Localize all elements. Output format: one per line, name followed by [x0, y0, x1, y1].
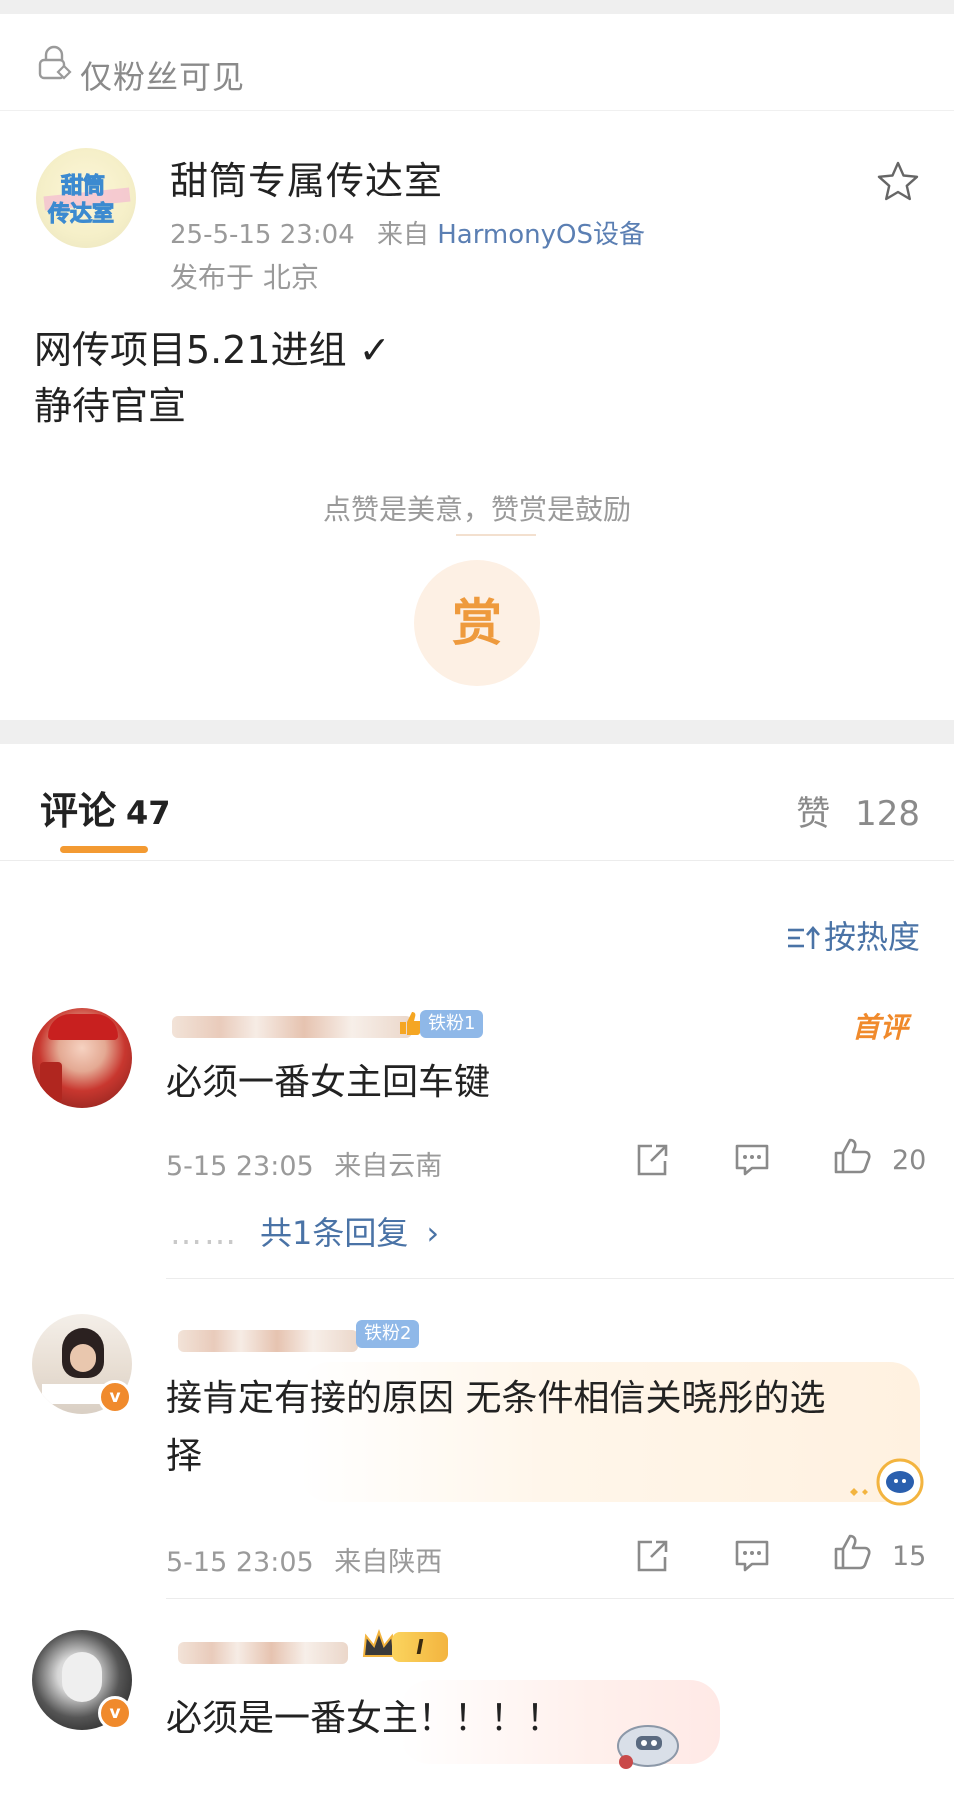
post-source-device[interactable]: HarmonyOS设备: [437, 220, 645, 250]
comment-text: 必须是一番女主！！！！: [166, 1698, 563, 1739]
fan-badge: 铁粉2: [356, 1320, 420, 1348]
reply-dots: ……: [170, 1214, 238, 1252]
comment-location: 来自云南: [334, 1151, 443, 1182]
comment-meta: 5-15 23:05 来自云南: [166, 1144, 442, 1183]
comment-text: 接肯定有接的原因 无条件相信关晓彤的选 择: [166, 1370, 906, 1486]
comment-time: 5-15 23:05: [166, 1547, 314, 1578]
comment-username[interactable]: [178, 1642, 348, 1664]
post-content-line: 网传项目5.21进组 ✓: [34, 328, 391, 372]
robot-sticker-icon: [617, 1725, 679, 1769]
tab-likes-label: 赞: [796, 794, 831, 834]
author-name[interactable]: 甜筒专属传达室: [170, 150, 443, 205]
tab-comments[interactable]: 评论 47: [40, 780, 171, 835]
section-gap: [0, 720, 954, 744]
verified-badge-icon: v: [98, 1696, 132, 1730]
comment-time: 5-15 23:05: [166, 1151, 314, 1182]
comment-divider: [166, 1278, 954, 1279]
reward-button[interactable]: 赏: [414, 560, 540, 686]
chevron-right-icon: ›: [426, 1214, 440, 1252]
favorite-star-icon[interactable]: [874, 158, 922, 206]
visibility-label: 仅粉丝可见: [80, 58, 246, 96]
comment-username[interactable]: [178, 1330, 358, 1352]
top-strip: [0, 0, 954, 14]
comment-meta: 5-15 23:05 来自陕西: [166, 1540, 442, 1579]
reply-count-label: 共1条回复: [260, 1214, 409, 1252]
post-content-line: 静待官宣: [34, 384, 187, 428]
comment-divider: [166, 1598, 954, 1599]
comment-location: 来自陕西: [334, 1547, 443, 1578]
fan-badge: 铁粉1: [420, 1010, 484, 1038]
sort-label: 按热度: [823, 918, 920, 956]
author-avatar[interactable]: 甜筒 传达室: [36, 148, 136, 248]
share-icon[interactable]: [632, 1140, 672, 1180]
post-source-prefix: 来自: [376, 220, 429, 250]
tab-comments-count: 47: [126, 794, 171, 832]
avatar-text: 传达室: [47, 202, 115, 228]
comment-icon[interactable]: [732, 1536, 772, 1576]
tabs-divider: [0, 860, 954, 861]
astronaut-sticker-icon: [850, 1458, 924, 1506]
lock-icon: [38, 45, 72, 80]
active-tab-indicator: [60, 846, 148, 853]
comment-text-line: 择: [166, 1436, 203, 1477]
reward-tip: 点赞是美意，赞赏是鼓励: [322, 493, 631, 526]
reward-tip-divider: [456, 534, 536, 536]
post-timestamp: 25-5-15 23:04: [170, 220, 355, 250]
verified-badge-icon: v: [98, 1380, 132, 1414]
like-icon[interactable]: [832, 1136, 872, 1176]
view-replies-link[interactable]: …… 共1条回复 ›: [170, 1208, 439, 1254]
comment-username[interactable]: [172, 1016, 412, 1038]
like-count: 15: [892, 1541, 927, 1572]
comment-icon[interactable]: [732, 1140, 772, 1180]
tab-likes-count: 128: [855, 794, 920, 834]
post-content: 网传项目5.21进组 ✓ 静待官宣: [34, 322, 391, 434]
sort-icon: [787, 926, 820, 949]
share-icon[interactable]: [632, 1536, 672, 1576]
sort-button[interactable]: 按热度: [786, 912, 920, 958]
comment-avatar[interactable]: [32, 1008, 132, 1108]
visibility-row: 仅粉丝可见: [0, 14, 954, 111]
like-count: 20: [892, 1145, 927, 1176]
first-comment-tag: 首评: [852, 1011, 909, 1044]
fan-badge: I: [392, 1632, 448, 1662]
comment-text-line: 接肯定有接的原因 无条件相信关晓彤的选: [166, 1378, 826, 1419]
post-location: 发布于 北京: [170, 261, 319, 294]
tab-comments-label: 评论: [40, 789, 117, 833]
tab-likes[interactable]: 赞 128: [796, 786, 920, 835]
post-meta: 25-5-15 23:04 来自 HarmonyOS设备: [170, 214, 645, 251]
like-icon[interactable]: [832, 1532, 872, 1572]
comment-text: 必须一番女主回车键: [166, 1062, 491, 1103]
